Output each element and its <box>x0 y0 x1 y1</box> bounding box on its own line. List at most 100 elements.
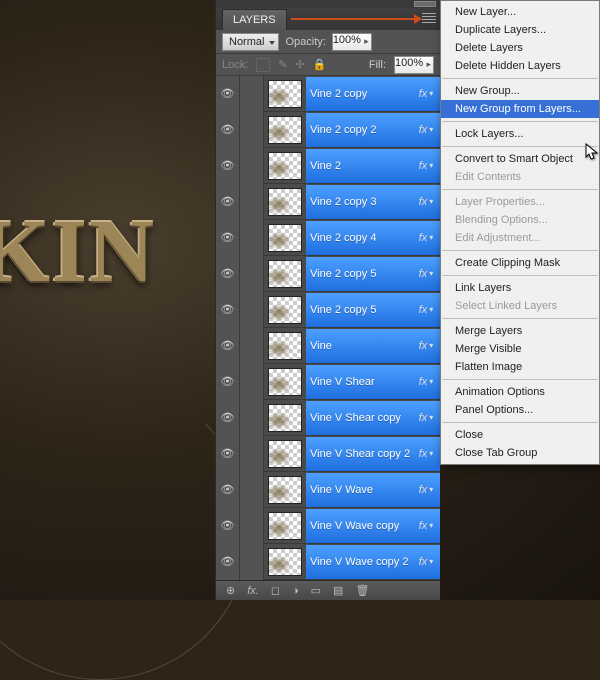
layer-effects-icon[interactable]: fx <box>412 221 440 255</box>
layer-effects-icon[interactable]: fx <box>412 149 440 183</box>
layer-row[interactable]: 👁 Vine 2 copy 3fx <box>216 184 440 220</box>
layer-name[interactable]: Vine 2 copy 3 <box>306 185 412 219</box>
menu-close[interactable]: Close <box>441 426 599 444</box>
menu-close-tab-group[interactable]: Close Tab Group <box>441 444 599 462</box>
visibility-icon[interactable]: 👁 <box>216 76 240 112</box>
layer-effects-icon[interactable]: fx <box>412 185 440 219</box>
layer-thumbnail[interactable] <box>268 512 302 540</box>
layer-row[interactable]: 👁Vine V Shear copy 2fx <box>216 436 440 472</box>
layer-row[interactable]: 👁Vine 2 copy 2fx <box>216 112 440 148</box>
layer-thumbnail[interactable] <box>268 152 302 180</box>
layer-name[interactable]: Vine 2 copy <box>306 77 412 111</box>
layer-effects-icon[interactable]: fx <box>412 365 440 399</box>
visibility-icon[interactable]: 👁 <box>216 436 240 472</box>
trash-icon[interactable]: 🗑 <box>355 584 369 597</box>
visibility-icon[interactable]: 👁 <box>216 112 240 148</box>
visibility-icon[interactable]: 👁 <box>216 292 240 328</box>
fill-input[interactable]: 100% <box>394 56 434 74</box>
layer-effects-icon[interactable]: fx <box>412 257 440 291</box>
visibility-icon[interactable]: 👁 <box>216 148 240 184</box>
visibility-icon[interactable]: 👁 <box>216 256 240 292</box>
menu-lock-layers[interactable]: Lock Layers... <box>441 125 599 143</box>
menu-merge-layers[interactable]: Merge Layers <box>441 322 599 340</box>
lock-slot[interactable] <box>240 112 264 148</box>
layer-name[interactable]: Vine <box>306 329 412 363</box>
lock-slot[interactable] <box>240 364 264 400</box>
layer-effects-icon[interactable]: fx <box>412 77 440 111</box>
menu-panel-options[interactable]: Panel Options... <box>441 401 599 419</box>
lock-slot[interactable] <box>240 580 264 581</box>
group-icon[interactable]: ▭ <box>311 584 321 597</box>
menu-delete-hidden[interactable]: Delete Hidden Layers <box>441 57 599 75</box>
layer-row[interactable]: 👁 Vine 2 copy 5fx <box>216 292 440 328</box>
menu-new-group[interactable]: New Group... <box>441 82 599 100</box>
layer-name[interactable]: Vine 2 <box>306 149 412 183</box>
blend-mode-select[interactable]: Normal <box>222 33 279 51</box>
layer-row[interactable]: 👁 Vine V Wave copyfx <box>216 508 440 544</box>
layer-row[interactable]: 👁 Vine 2fx <box>216 148 440 184</box>
mask-icon[interactable]: ◻ <box>271 584 280 597</box>
layer-row[interactable]: 👁 Vine 2 copy 5fx <box>216 256 440 292</box>
layer-thumbnail[interactable] <box>268 224 302 252</box>
lock-slot[interactable] <box>240 256 264 292</box>
visibility-icon[interactable]: 👁 <box>216 580 240 581</box>
layers-tab[interactable]: LAYERS <box>222 9 287 30</box>
layer-thumbnail[interactable] <box>268 368 302 396</box>
menu-duplicate-layers[interactable]: Duplicate Layers... <box>441 21 599 39</box>
layer-name[interactable]: Vine 2 copy 5 <box>306 257 412 291</box>
layer-row[interactable]: 👁Vine 2 copy 4fx <box>216 220 440 256</box>
layer-row[interactable]: 👁 Vine 2 copyfx <box>216 76 440 112</box>
layer-row[interactable]: 👁Vine V Shearfx <box>216 364 440 400</box>
new-layer-icon[interactable]: ▤ <box>333 584 343 597</box>
lock-slot[interactable] <box>240 328 264 364</box>
layer-thumbnail[interactable] <box>268 80 302 108</box>
lock-slot[interactable] <box>240 400 264 436</box>
layer-thumbnail[interactable] <box>268 188 302 216</box>
layer-name[interactable]: Vine V Wave copy <box>306 509 412 543</box>
layer-effects-icon[interactable]: fx <box>412 473 440 507</box>
lock-slot[interactable] <box>240 292 264 328</box>
layer-effects-icon[interactable]: fx <box>412 293 440 327</box>
lock-all-icon[interactable]: 🔒 <box>313 58 327 71</box>
layer-name[interactable]: Vine 2 copy 4 <box>306 221 412 255</box>
lock-slot[interactable] <box>240 184 264 220</box>
menu-animation-options[interactable]: Animation Options <box>441 383 599 401</box>
lock-brush-icon[interactable]: ✎ <box>278 58 287 71</box>
layer-row[interactable]: 👁Vine V Shear copyfx <box>216 400 440 436</box>
lock-slot[interactable] <box>240 220 264 256</box>
visibility-icon[interactable]: 👁 <box>216 328 240 364</box>
lock-slot[interactable] <box>240 472 264 508</box>
layer-name[interactable]: Vine V Shear <box>306 365 412 399</box>
layer-row[interactable]: 👁 Vine V Wavefx <box>216 472 440 508</box>
menu-clipping-mask[interactable]: Create Clipping Mask <box>441 254 599 272</box>
layer-row[interactable]: 👁 Vinefx <box>216 328 440 364</box>
layer-thumbnail[interactable] <box>268 116 302 144</box>
menu-merge-visible[interactable]: Merge Visible <box>441 340 599 358</box>
menu-new-layer[interactable]: New Layer... <box>441 3 599 21</box>
layer-thumbnail[interactable] <box>268 404 302 432</box>
layer-effects-icon[interactable]: fx <box>412 437 440 471</box>
lock-slot[interactable] <box>240 508 264 544</box>
layer-name[interactable]: Vine V Wave copy 2 <box>306 545 412 579</box>
lock-slot[interactable] <box>240 76 264 112</box>
panel-menu-icon[interactable] <box>422 12 436 24</box>
layer-effects-icon[interactable]: fx <box>412 329 440 363</box>
link-layers-icon[interactable]: ⊕ <box>226 584 235 597</box>
visibility-icon[interactable]: 👁 <box>216 472 240 508</box>
lock-slot[interactable] <box>240 148 264 184</box>
lock-transparent-icon[interactable] <box>256 58 270 72</box>
layer-thumbnail[interactable] <box>268 296 302 324</box>
layer-effects-icon[interactable]: fx <box>412 401 440 435</box>
lock-move-icon[interactable]: ✢ <box>296 58 305 71</box>
lock-slot[interactable] <box>240 436 264 472</box>
visibility-icon[interactable]: 👁 <box>216 184 240 220</box>
layer-effects-icon[interactable]: fx <box>412 509 440 543</box>
menu-link-layers[interactable]: Link Layers <box>441 279 599 297</box>
menu-convert-smart[interactable]: Convert to Smart Object <box>441 150 599 168</box>
layer-name[interactable]: Vine V Wave <box>306 473 412 507</box>
layer-name[interactable]: Vine 2 copy 5 <box>306 293 412 327</box>
layer-name[interactable]: Vine 2 copy 2 <box>306 113 412 147</box>
opacity-input[interactable]: 100% <box>332 33 372 51</box>
layer-thumbnail[interactable] <box>268 476 302 504</box>
visibility-icon[interactable]: 👁 <box>216 508 240 544</box>
